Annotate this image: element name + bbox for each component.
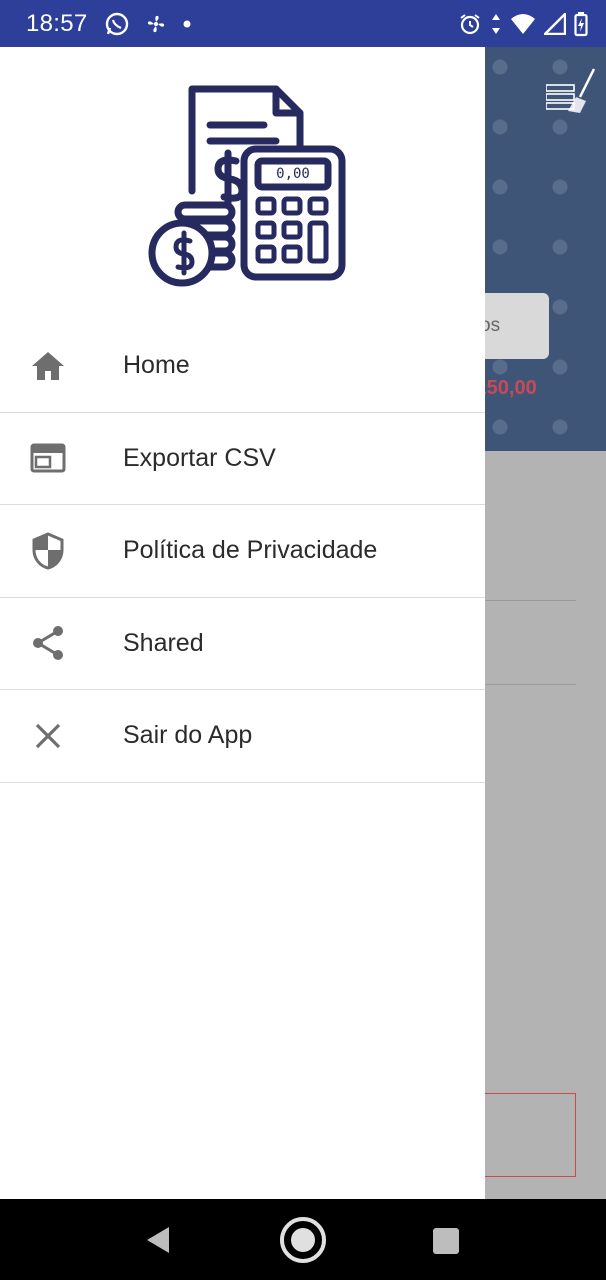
data-arrows-icon: [490, 12, 502, 36]
system-navigation-bar: [0, 1199, 606, 1280]
whatsapp-icon: [104, 11, 130, 37]
menu-item-label: Exportar CSV: [123, 443, 276, 472]
back-icon[interactable]: [140, 1223, 176, 1257]
menu-item-home[interactable]: Home: [0, 320, 485, 413]
fan-icon: [146, 14, 166, 34]
web-window-icon: [28, 438, 68, 478]
security-shield-icon: [28, 531, 68, 571]
signal-icon: [544, 12, 566, 35]
screen: 18:57 os .150,00 0,00 Home Exportar CSV …: [0, 0, 606, 1280]
clear-data-icon[interactable]: [545, 67, 598, 124]
dot-icon: [182, 19, 192, 29]
menu-item-label: Sair do App: [123, 721, 253, 750]
status-bar: 18:57: [0, 0, 606, 47]
background-divider: [485, 684, 576, 685]
recents-icon[interactable]: [430, 1225, 462, 1257]
navigation-drawer: 0,00 Home Exportar CSV Política de Priva…: [0, 47, 485, 1199]
menu-item-label: Política de Privacidade: [123, 536, 378, 565]
menu-item-privacy-policy[interactable]: Política de Privacidade: [0, 505, 485, 598]
menu-item-export-csv[interactable]: Exportar CSV: [0, 413, 485, 505]
alarm-icon: [458, 12, 482, 36]
share-icon: [28, 623, 68, 663]
close-icon: [28, 716, 68, 756]
home-circle-icon[interactable]: [278, 1215, 328, 1265]
logo-display-text: 0,00: [276, 166, 310, 182]
battery-icon: [574, 11, 588, 37]
menu-item-shared[interactable]: Shared: [0, 598, 485, 690]
menu-item-label: Home: [123, 351, 190, 380]
wifi-icon: [510, 13, 536, 35]
drawer-menu: Home Exportar CSV Política de Privacidad…: [0, 320, 485, 783]
background-divider: [485, 600, 576, 601]
background-outlined-box: [470, 1093, 576, 1177]
invoice-calculator-logo: 0,00: [144, 81, 350, 287]
home-icon: [28, 346, 68, 386]
status-time: 18:57: [26, 9, 88, 37]
menu-item-exit-app[interactable]: Sair do App: [0, 690, 485, 783]
menu-item-label: Shared: [123, 628, 204, 657]
